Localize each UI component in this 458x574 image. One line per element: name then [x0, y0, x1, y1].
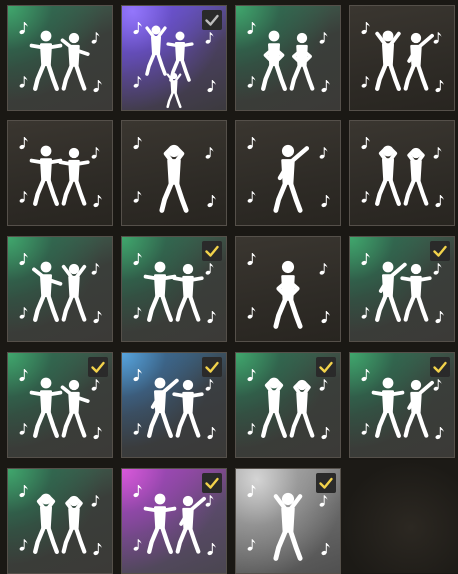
- checkmark-icon: [202, 241, 222, 261]
- emote-tile[interactable]: [349, 5, 455, 111]
- dance-silhouette-icon: [19, 137, 102, 208]
- emote-grid: [0, 0, 458, 574]
- emote-tile[interactable]: [235, 5, 341, 111]
- emote-tile[interactable]: [7, 352, 113, 458]
- emote-tile[interactable]: [349, 236, 455, 342]
- emote-tile[interactable]: [349, 352, 455, 458]
- emote-tile[interactable]: [235, 352, 341, 458]
- dance-silhouette-icon: [19, 485, 102, 556]
- emote-tile[interactable]: [121, 5, 227, 111]
- emote-tile[interactable]: [7, 468, 113, 574]
- emote-tile[interactable]: [7, 236, 113, 342]
- emote-tile[interactable]: [121, 236, 227, 342]
- checkmark-icon: [430, 357, 450, 377]
- checkmark-icon: [316, 357, 336, 377]
- dance-silhouette-icon: [247, 253, 330, 329]
- checkmark-icon: [316, 473, 336, 493]
- dance-silhouette-icon: [19, 253, 102, 324]
- emote-tile[interactable]: [121, 352, 227, 458]
- emote-tile[interactable]: [7, 5, 113, 111]
- emote-tile[interactable]: [7, 120, 113, 226]
- emote-tile[interactable]: [235, 468, 341, 574]
- emote-tile[interactable]: [121, 120, 227, 226]
- emote-tile[interactable]: [235, 120, 341, 226]
- checkmark-icon: [430, 241, 450, 261]
- dance-silhouette-icon: [133, 137, 216, 213]
- emote-tile[interactable]: [121, 468, 227, 574]
- checkmark-icon: [202, 473, 222, 493]
- dance-silhouette-icon: [247, 137, 330, 213]
- dance-silhouette-icon: [361, 22, 444, 93]
- dance-silhouette-icon: [361, 137, 444, 208]
- dance-silhouette-icon: [247, 22, 330, 93]
- checkmark-icon: [202, 357, 222, 377]
- checkmark-icon: [88, 357, 108, 377]
- dance-silhouette-icon: [19, 22, 102, 93]
- emote-tile[interactable]: [349, 120, 455, 226]
- checkmark-icon: [202, 10, 222, 30]
- emote-tile[interactable]: [235, 236, 341, 342]
